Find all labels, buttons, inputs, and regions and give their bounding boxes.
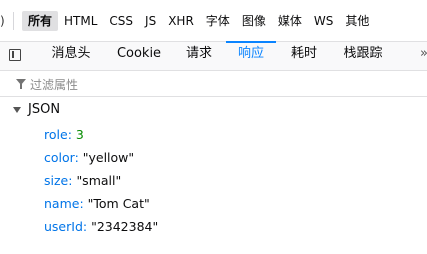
filter-media-button[interactable]: 媒体 [272, 11, 308, 31]
json-key: role [44, 127, 68, 142]
filter-properties-placeholder: 过滤属性 [30, 78, 79, 92]
filter-funnel-icon [16, 79, 26, 89]
filter-html-button[interactable]: HTML [58, 11, 103, 31]
tab-response[interactable]: 响应 [226, 41, 276, 70]
json-root-label: JSON [28, 102, 61, 117]
toolbar-separator [13, 12, 14, 30]
json-tree: JSON role: 3 color: "yellow" size: "smal… [0, 97, 427, 238]
json-entry-size[interactable]: size: "small" [0, 169, 427, 192]
json-entry-role[interactable]: role: 3 [0, 123, 427, 146]
json-value: "yellow" [82, 150, 135, 165]
json-value: 3 [75, 127, 84, 142]
json-key: size [44, 173, 69, 188]
filter-fonts-button[interactable]: 字体 [200, 11, 236, 31]
json-value: "Tom Cat" [87, 196, 150, 211]
filter-all-button[interactable]: 所有 [22, 11, 59, 31]
json-value: "2342384" [91, 219, 159, 234]
tab-timings[interactable]: 耗时 [282, 42, 326, 70]
toggle-sidebar-icon[interactable] [9, 49, 21, 61]
tab-headers[interactable]: 消息头 [42, 42, 100, 70]
json-key: color [44, 150, 75, 165]
json-entry-color[interactable]: color: "yellow" [0, 146, 427, 169]
json-value: "small" [76, 173, 122, 188]
json-entry-userid[interactable]: userId: "2342384" [0, 215, 427, 238]
json-key: userId [44, 219, 83, 234]
filter-ws-button[interactable]: WS [308, 11, 339, 31]
filter-buttons: 所有 HTML CSS JS XHR 字体 图像 媒体 WS 其他 [22, 11, 375, 31]
expand-arrow-icon[interactable] [13, 107, 21, 113]
json-key: name [44, 196, 80, 211]
tab-cookies[interactable]: Cookie [108, 42, 170, 70]
filter-other-button[interactable]: 其他 [339, 11, 375, 31]
details-tab-bar: 消息头 Cookie 请求 响应 耗时 栈跟踪 » [0, 41, 427, 71]
request-filter-bar: ) 所有 HTML CSS JS XHR 字体 图像 媒体 WS 其他 [0, 0, 427, 42]
filter-properties-input[interactable]: 过滤属性 [0, 71, 427, 97]
toolbar-edge-glyph: ) [0, 14, 5, 28]
json-entry-name[interactable]: name: "Tom Cat" [0, 192, 427, 215]
filter-xhr-button[interactable]: XHR [162, 11, 200, 31]
filter-css-button[interactable]: CSS [103, 11, 139, 31]
tab-stack-trace[interactable]: 栈跟踪 [334, 42, 392, 70]
tabs-overflow-icon[interactable]: » [420, 46, 427, 61]
json-root-row[interactable]: JSON [0, 97, 427, 123]
filter-images-button[interactable]: 图像 [236, 11, 272, 31]
filter-js-button[interactable]: JS [139, 11, 162, 31]
tab-request[interactable]: 请求 [178, 42, 220, 70]
